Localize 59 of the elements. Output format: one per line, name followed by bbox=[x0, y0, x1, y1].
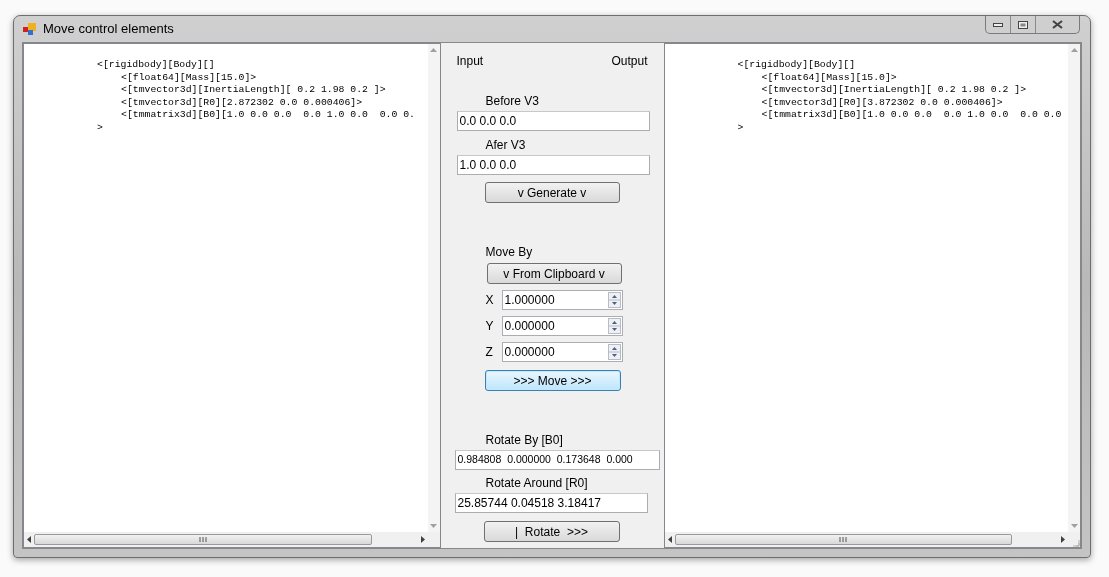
input-label: Input bbox=[456, 53, 484, 70]
spin-box[interactable]: 0.000000 bbox=[501, 316, 623, 336]
code-line: <[rigidbody][Body][] bbox=[97, 59, 215, 72]
text-field[interactable]: 1.0 0.0 0.0 bbox=[456, 155, 650, 175]
field-label: Rotate By [B0] bbox=[485, 432, 563, 449]
scroll-up-icon bbox=[430, 48, 437, 52]
text-field[interactable]: 0.0 0.0 0.0 bbox=[456, 111, 650, 131]
horizontal-scrollbar[interactable] bbox=[24, 532, 428, 547]
code-line: <[tmvector3d][InertiaLength][ 0.2 1.98 0.2 ]> bbox=[761, 84, 1027, 97]
window-title: Move control elements bbox=[43, 20, 174, 39]
field-label: Move By bbox=[485, 244, 533, 261]
code-line: > bbox=[97, 121, 103, 134]
spin-arrows-icon bbox=[607, 344, 621, 360]
scroll-up-icon bbox=[1070, 48, 1078, 52]
scroll-down-icon bbox=[1070, 524, 1078, 528]
field-label: Rotate Around [R0] bbox=[485, 475, 588, 492]
push-button[interactable]: v From Clipboard v bbox=[486, 263, 622, 284]
scroll-right-icon bbox=[1061, 536, 1065, 543]
text-field[interactable]: 0.984808 0.000000 0.173648 0.000 bbox=[454, 450, 660, 470]
vertical-scrollbar[interactable] bbox=[427, 44, 440, 532]
scroll-right-icon bbox=[420, 536, 425, 543]
text-field[interactable]: 25.85744 0.04518 3.18417 bbox=[454, 493, 648, 513]
scroll-left-icon bbox=[27, 536, 31, 543]
spin-arrows-icon bbox=[607, 318, 621, 334]
minimize-icon bbox=[993, 22, 1003, 27]
maximize-icon bbox=[1018, 20, 1028, 29]
app-icon bbox=[23, 22, 37, 36]
code-line: <[float64][Mass][15.0]> bbox=[121, 71, 257, 84]
grip-icon bbox=[839, 537, 848, 542]
scroll-thumb[interactable] bbox=[674, 534, 1013, 545]
code-line: <[tmvector3d][R0][3.872302 0.0 0.000406]> bbox=[761, 96, 1003, 109]
push-button[interactable]: >>> Move >>> bbox=[484, 370, 621, 391]
scroll-thumb[interactable] bbox=[34, 534, 372, 545]
spin-box[interactable]: 1.000000 bbox=[501, 290, 623, 310]
scroll-left-icon bbox=[667, 536, 672, 543]
code-line: <[rigidbody][Body][] bbox=[737, 59, 856, 72]
field-label: Before V3 bbox=[485, 93, 539, 110]
field-label: Afer V3 bbox=[485, 137, 526, 154]
resize-grip-icon bbox=[1072, 539, 1080, 547]
grip-icon bbox=[198, 537, 207, 542]
code-line: > bbox=[737, 121, 744, 134]
code-line: <[float64][Mass][15.0]> bbox=[761, 71, 897, 84]
code-line: <[tmmatrix3d][B0][1.0 0.0 0.0 0.0 1.0 0.0 0.0 0.0 bbox=[761, 109, 1062, 122]
axis-label: X bbox=[485, 292, 495, 309]
text-pane[interactable]: <[rigidbody][Body][] <[float64][Mass][15.0]> <[tmvector3d][InertiaLength][ 0.2 1.98 0.2 ]> <[tmvector3d][R0][2.872302 0.0 0.000406]> <[tmmatrix3d][B0][1.0 0.0 0.0 0.0 1.0 0.0 0.0 0. > bbox=[23, 43, 441, 548]
text-pane[interactable]: <[rigidbody][Body][] <[float64][Mass][15.0]> <[tmvector3d][InertiaLength][ 0.2 1.98 0.2 ]> <[tmvector3d][R0][3.872302 0.0 0.000406]> <[tmmatrix3d][B0][1.0 0.0 0.0 0.0 1.0 0.0 0.0 0.0 > bbox=[663, 43, 1081, 548]
code-line: <[tmvector3d][R0][2.872302 0.0 0.000406]> bbox=[121, 96, 363, 109]
spin-box[interactable]: 0.000000 bbox=[501, 342, 623, 362]
scroll-down-icon bbox=[430, 524, 437, 528]
axis-label: Z bbox=[485, 344, 494, 361]
vertical-scrollbar[interactable] bbox=[1068, 44, 1080, 532]
push-button[interactable]: v Generate v bbox=[484, 182, 620, 203]
output-label: Output bbox=[611, 53, 648, 70]
spin-arrows-icon bbox=[607, 292, 621, 308]
code-line: <[tmvector3d][InertiaLength][ 0.2 1.98 0.2 ]> bbox=[121, 84, 386, 97]
axis-label: Y bbox=[485, 318, 495, 335]
code-line: <[tmmatrix3d][B0][1.0 0.0 0.0 0.0 1.0 0.0 0.0 0. bbox=[121, 109, 415, 122]
close-icon bbox=[1052, 20, 1063, 29]
push-button[interactable]: | Rotate >>> bbox=[483, 521, 620, 542]
